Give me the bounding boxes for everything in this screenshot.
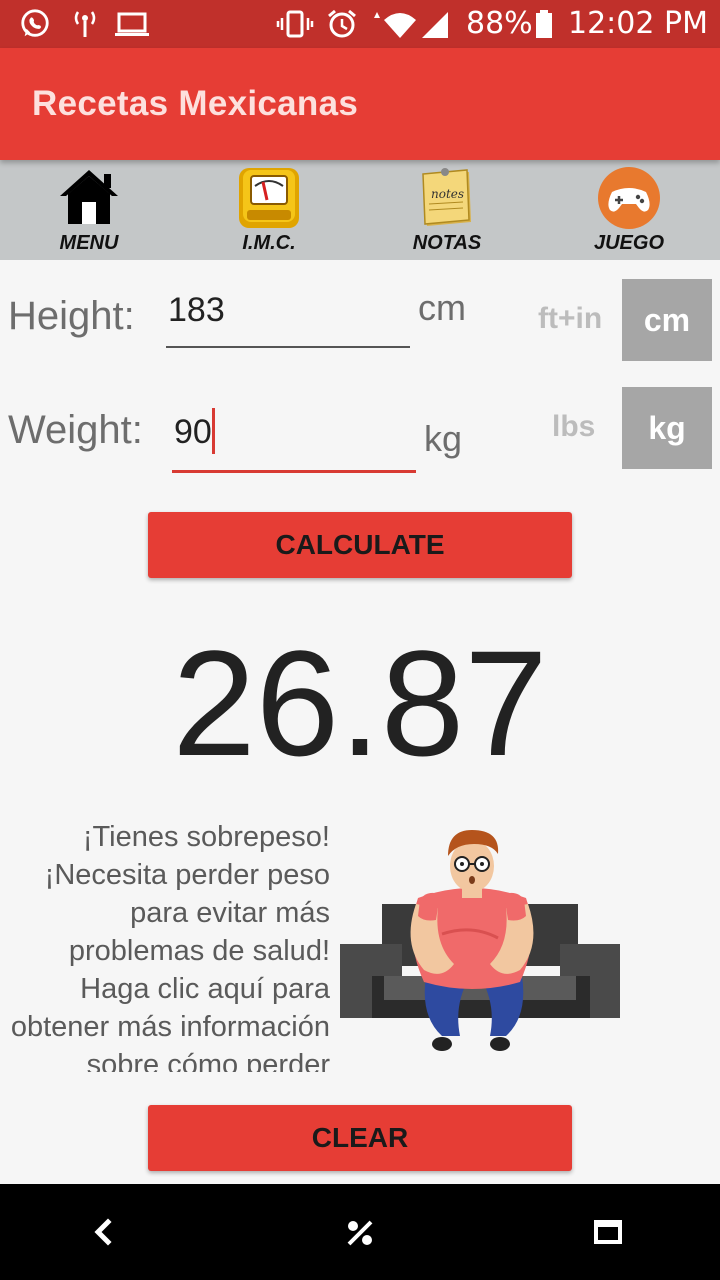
weight-label: Weight: (8, 408, 143, 452)
nav-item-imc[interactable]: I.M.C. (194, 160, 344, 260)
svg-text:notes: notes (431, 187, 464, 201)
notes-icon: notes (422, 168, 471, 226)
weight-input-underline (172, 470, 416, 473)
alarm-icon (328, 9, 356, 38)
text-cursor (212, 408, 215, 454)
scale-icon (239, 168, 299, 228)
height-unit-cm-toggle[interactable]: cm (622, 279, 712, 361)
weight-unit: kg (424, 418, 463, 459)
height-unit-ftin-toggle[interactable]: ft+in (538, 302, 602, 336)
nav-item-juego[interactable]: JUEGO (554, 160, 704, 260)
height-unit: cm (418, 287, 466, 328)
battery-icon (536, 10, 552, 38)
back-icon[interactable] (88, 1214, 118, 1250)
calculate-button[interactable]: CALCULATE (148, 512, 572, 578)
laptop-icon (115, 12, 149, 36)
clear-button[interactable]: CLEAR (148, 1105, 572, 1171)
overweight-man-illustration (340, 830, 620, 1051)
home-icon (60, 170, 118, 224)
nav-item-notas[interactable]: notes NOTAS (372, 160, 522, 260)
app-bar: Recetas Mexicanas (0, 48, 720, 160)
height-input[interactable] (168, 288, 408, 332)
weight-unit-lbs-toggle[interactable]: lbs (552, 410, 595, 444)
feature-nav: MENU I.M.C. notes NOTAS JUEGO (0, 160, 720, 260)
nav-label-notas: NOTAS (412, 232, 482, 254)
nav-item-menu[interactable]: MENU (14, 160, 164, 260)
nav-label-imc: I.M.C. (242, 232, 296, 254)
status-bar: 88% 12:02 PM (0, 0, 720, 48)
nav-label-juego: JUEGO (593, 232, 665, 254)
height-input-underline (166, 346, 410, 348)
bmi-result: 26.87 (172, 619, 548, 787)
home-icon[interactable] (343, 1214, 377, 1250)
gamepad-icon (598, 167, 660, 229)
battery-percent: 88% (466, 6, 533, 41)
advice-message[interactable]: ¡Tienes sobrepeso! ¡Necesita perder peso… (10, 818, 330, 1072)
clock: 12:02 PM (568, 6, 708, 41)
hotspot-icon (74, 11, 96, 37)
nav-label-menu: MENU (59, 232, 119, 254)
app-title: Recetas Mexicanas (32, 84, 359, 123)
height-label: Height: (8, 294, 135, 338)
vibrate-icon (276, 10, 314, 38)
whatsapp-icon (21, 9, 49, 37)
recents-icon[interactable] (592, 1214, 624, 1250)
weight-unit-kg-toggle[interactable]: kg (622, 387, 712, 469)
system-nav-bar (0, 1184, 720, 1280)
wifi-icon (374, 12, 416, 38)
signal-icon (422, 12, 448, 38)
weight-input[interactable] (174, 410, 212, 454)
